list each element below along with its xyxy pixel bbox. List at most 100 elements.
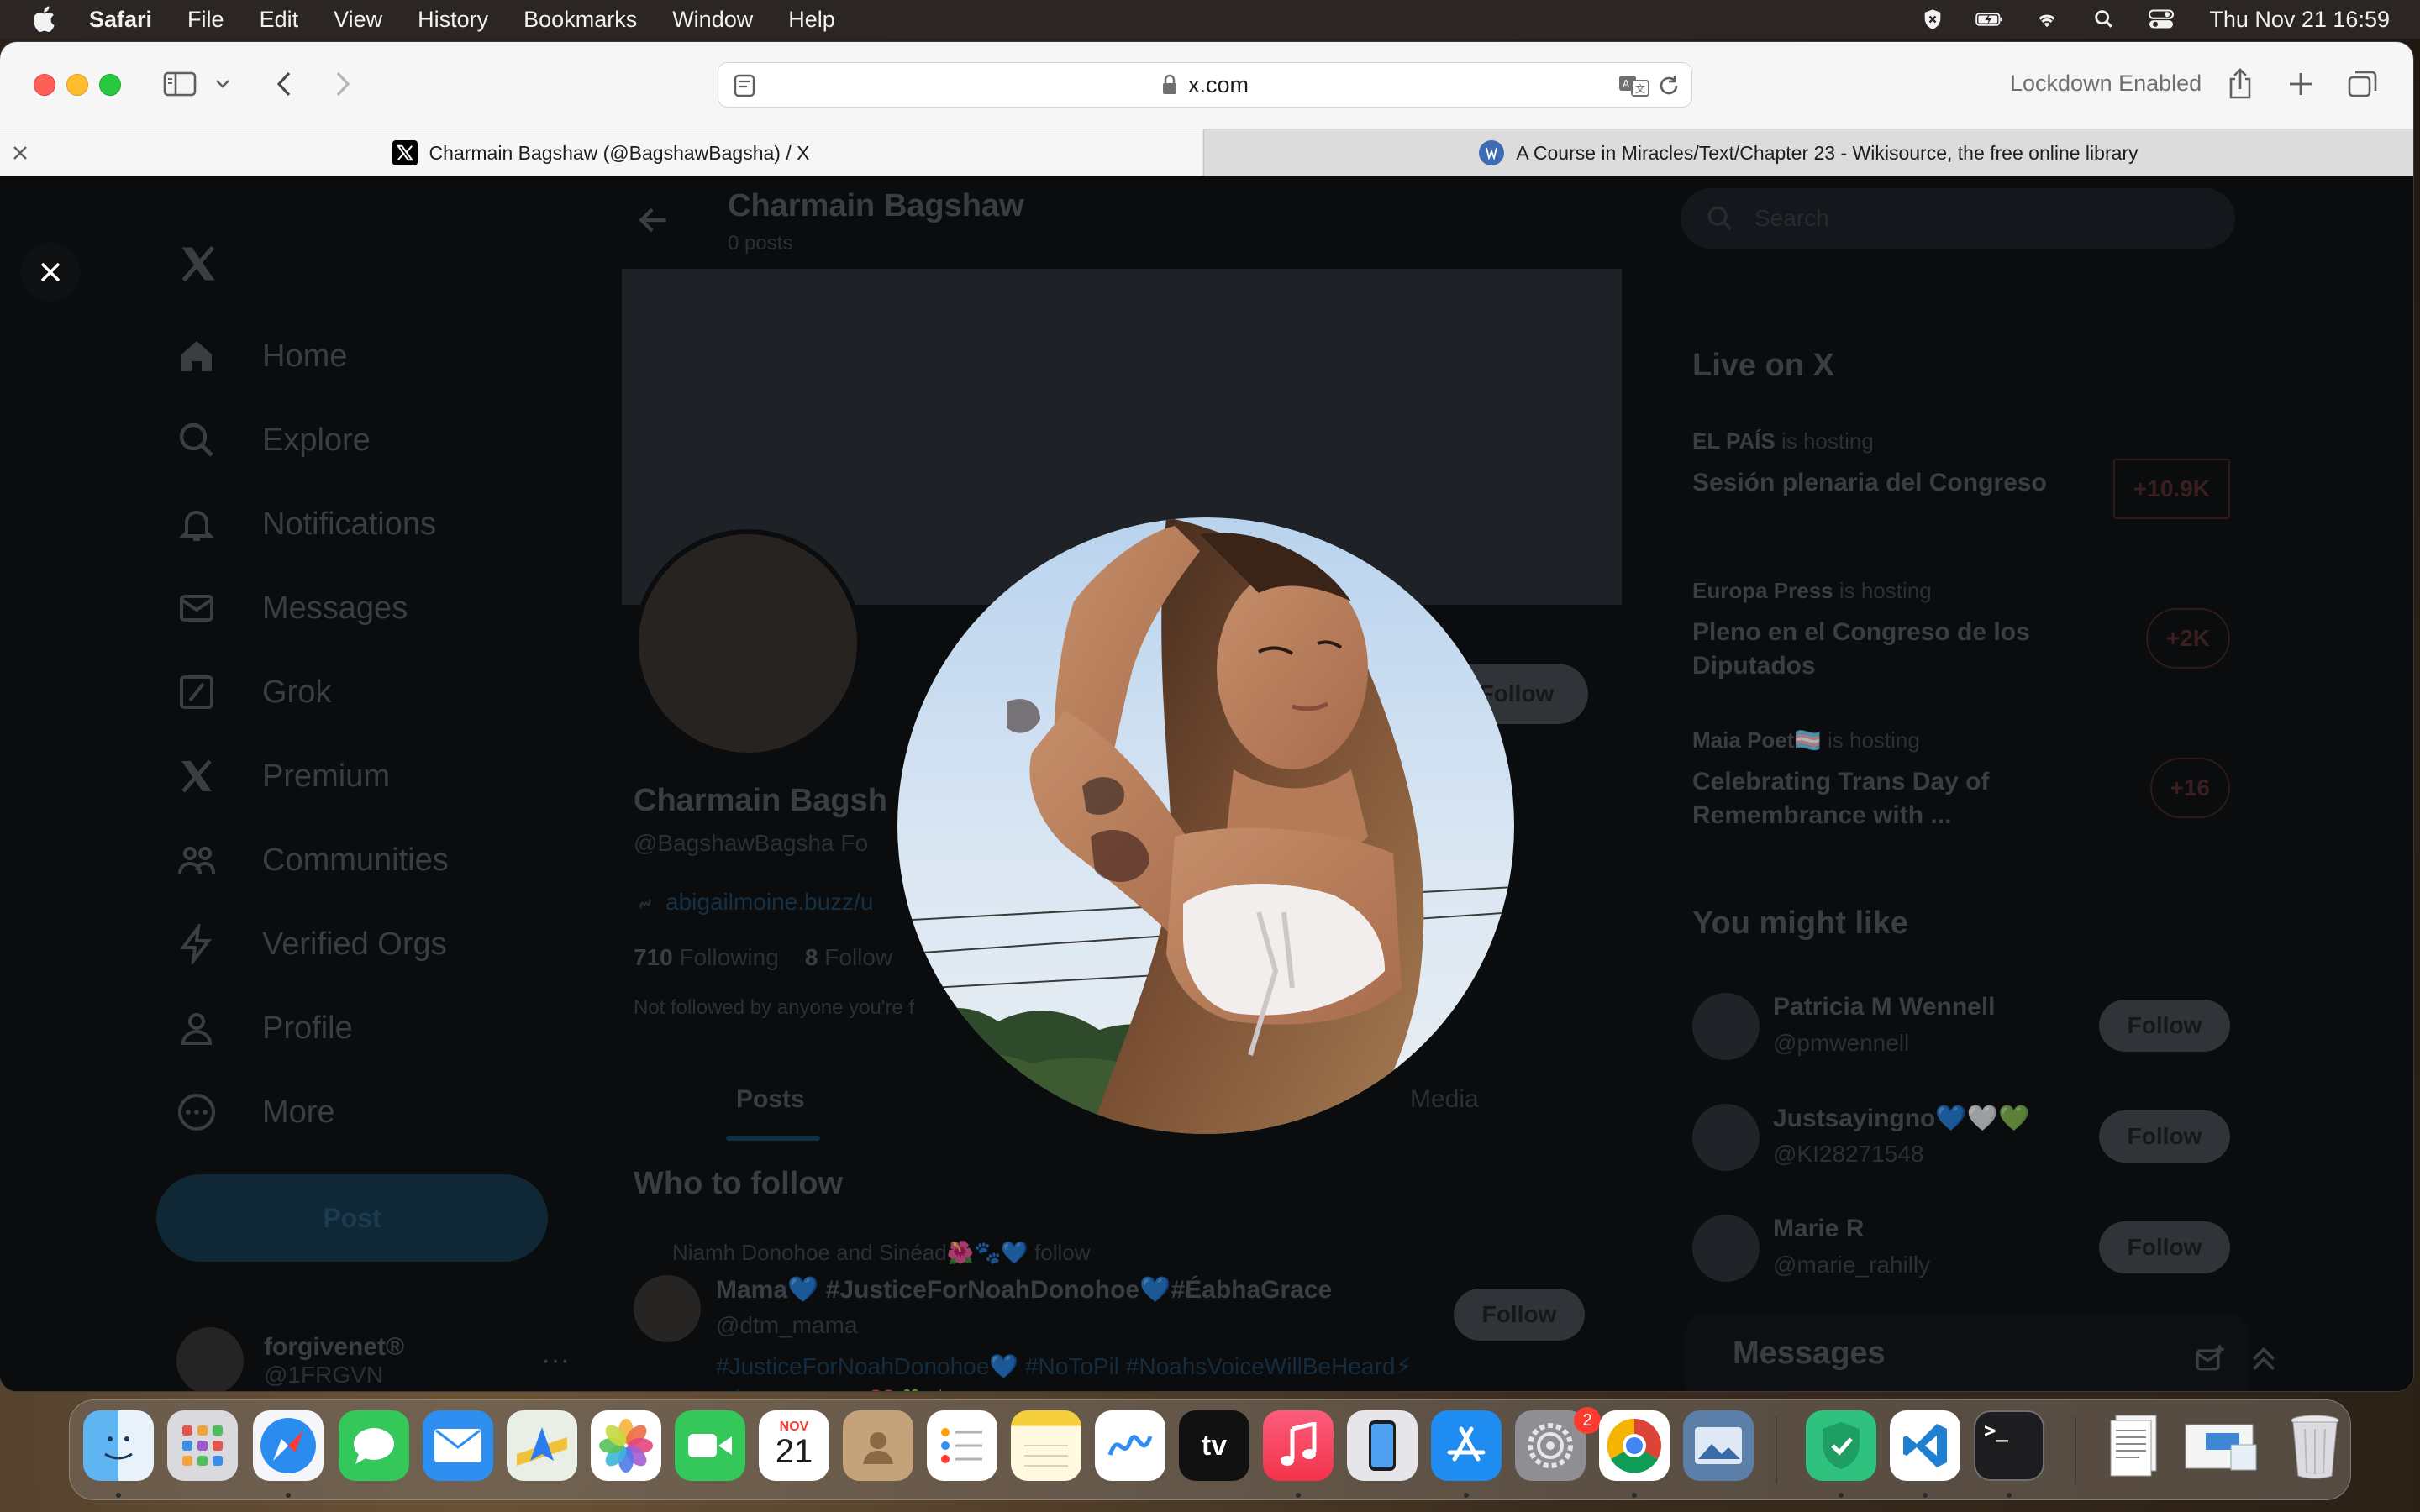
menu-edit[interactable]: Edit (260, 7, 299, 33)
x-page: Home Explore Notifications Messages Grok… (0, 176, 2413, 1391)
vscode-icon (1903, 1424, 1947, 1467)
map-arrow-icon (517, 1427, 567, 1466)
finder-app-icon[interactable] (83, 1410, 154, 1481)
contacts-app-icon[interactable] (843, 1410, 913, 1481)
apple-tv-app-icon[interactable]: tv (1179, 1410, 1249, 1481)
music-app-icon[interactable] (1263, 1410, 1334, 1481)
close-modal-button[interactable] (20, 242, 81, 302)
envelope-icon (434, 1429, 481, 1462)
apple-menu-icon[interactable] (30, 4, 60, 34)
reminders-app-icon[interactable] (927, 1410, 997, 1481)
menu-bar: Safari File Edit View History Bookmarks … (0, 0, 2420, 39)
sidebar-toggle-button[interactable] (160, 66, 200, 102)
translate-icon[interactable]: A文 (1618, 73, 1651, 98)
running-indicator (1632, 1493, 1637, 1498)
downloads-stack-icon[interactable] (2179, 1410, 2263, 1481)
menu-app-name[interactable]: Safari (89, 7, 152, 33)
app-store-icon (1447, 1426, 1486, 1462)
reload-icon[interactable] (1656, 73, 1681, 98)
vscode-app-icon[interactable] (1890, 1410, 1960, 1481)
chevron-left-icon (276, 71, 291, 97)
compass-icon (260, 1418, 316, 1473)
chevron-down-icon (216, 80, 229, 88)
terminal-app-icon[interactable]: >_ (1974, 1410, 2044, 1481)
notes-lines-icon (1024, 1445, 1068, 1467)
recent-document-icon[interactable] (2100, 1410, 2170, 1481)
menu-clock[interactable]: Thu Nov 21 16:59 (2209, 7, 2390, 33)
chrome-app-icon[interactable] (1599, 1410, 1670, 1481)
grid-icon (182, 1425, 223, 1466)
notes-app-icon[interactable] (1011, 1410, 1081, 1481)
calendar-day: 21 (775, 1433, 813, 1470)
wifi-icon[interactable] (2033, 8, 2061, 31)
running-indicator (286, 1493, 291, 1498)
dock-separator (2075, 1417, 2076, 1484)
video-camera-icon (688, 1434, 732, 1457)
address-bar[interactable]: x.com A文 (718, 62, 1692, 108)
menu-help[interactable]: Help (788, 7, 835, 33)
document-stack-icon (2110, 1415, 2157, 1477)
photos-app-icon[interactable] (591, 1410, 661, 1481)
shield-check-icon (1823, 1422, 1860, 1469)
dock-separator (1776, 1417, 1777, 1484)
zoom-window-button[interactable] (99, 74, 121, 96)
share-icon (2229, 68, 2251, 99)
safari-app-icon[interactable] (253, 1410, 324, 1481)
photo-icon (1695, 1427, 1742, 1464)
minimize-window-button[interactable] (66, 74, 88, 96)
calendar-app-icon[interactable]: NOV 21 (759, 1410, 829, 1481)
facetime-app-icon[interactable] (675, 1410, 745, 1481)
checklist-icon (941, 1428, 982, 1463)
tab-x-profile[interactable]: Charmain Bagshaw (@BagshawBagsha) / X (0, 129, 1202, 176)
menu-bookmarks[interactable]: Bookmarks (523, 7, 637, 33)
forward-button[interactable] (323, 66, 363, 102)
battery-charging-icon[interactable] (1975, 8, 2004, 31)
control-center-icon[interactable] (2147, 8, 2175, 31)
tab-wikisource[interactable]: A Course in Miracles/Text/Chapter 23 - W… (1203, 129, 2413, 176)
freeform-app-icon[interactable] (1095, 1410, 1165, 1481)
mail-app-icon[interactable] (423, 1410, 493, 1481)
trash-icon[interactable] (2280, 1410, 2350, 1481)
profile-photo-enlarged (897, 517, 1514, 1134)
menu-window[interactable]: Window (672, 7, 753, 33)
messages-app-icon[interactable] (339, 1410, 409, 1481)
page-menu-icon[interactable] (732, 73, 757, 98)
launchpad-app-icon[interactable] (167, 1410, 238, 1481)
menu-view[interactable]: View (334, 7, 382, 33)
tab-overview-icon (2348, 71, 2377, 97)
finder-face-icon (104, 1436, 133, 1460)
menu-file[interactable]: File (187, 7, 224, 33)
tab-bar: Charmain Bagshaw (@BagshawBagsha) / X A … (0, 129, 2413, 176)
url-text: x.com (1187, 71, 1249, 97)
terminal-prompt: >_ (1984, 1419, 2008, 1442)
vpn-shield-icon[interactable] (1918, 8, 1947, 31)
chrome-icon (1607, 1418, 1661, 1473)
lockdown-mode-label[interactable]: Lockdown Enabled (2010, 71, 2202, 97)
close-tab-icon[interactable] (10, 143, 30, 163)
profile-photo-image (897, 517, 1514, 1134)
running-indicator (1923, 1493, 1928, 1498)
preview-app-icon[interactable] (1683, 1410, 1754, 1481)
security-app-icon[interactable] (1806, 1410, 1876, 1481)
phone-icon (1369, 1420, 1396, 1471)
safari-window: x.com A文 Lockdown Enabled Charmain Bagsh… (0, 42, 2413, 1391)
tab-title: Charmain Bagshaw (@BagshawBagsha) / X (429, 141, 810, 164)
spotlight-search-icon[interactable] (2090, 8, 2118, 31)
trash-can-icon (2291, 1415, 2339, 1479)
share-button[interactable] (2220, 66, 2260, 102)
menu-history[interactable]: History (418, 7, 488, 33)
maps-app-icon[interactable] (507, 1410, 577, 1481)
iphone-mirroring-app-icon[interactable] (1347, 1410, 1418, 1481)
new-tab-button[interactable] (2281, 66, 2321, 102)
notification-badge: 2 (1574, 1407, 1601, 1434)
tab-overview-button[interactable] (2343, 66, 2383, 102)
photos-flower-icon (599, 1419, 653, 1473)
plus-icon (2290, 73, 2312, 95)
status-area: Thu Nov 21 16:59 (1918, 0, 2390, 39)
running-indicator (116, 1493, 121, 1498)
app-store-app-icon[interactable] (1431, 1410, 1502, 1481)
close-window-button[interactable] (34, 74, 55, 96)
tab-group-dropdown[interactable] (210, 66, 235, 102)
back-button[interactable] (264, 66, 304, 102)
lock-icon (1162, 74, 1176, 94)
